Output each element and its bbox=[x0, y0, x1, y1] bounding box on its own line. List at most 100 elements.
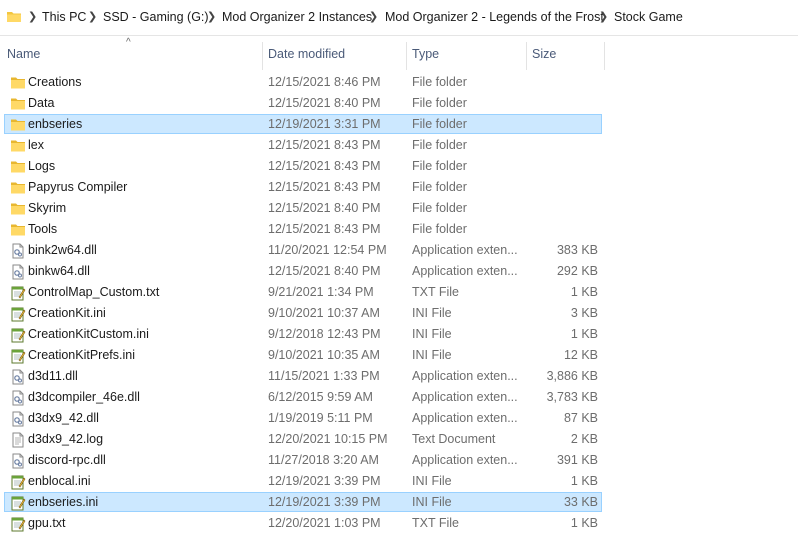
file-name: ControlMap_Custom.txt bbox=[28, 285, 160, 299]
file-size: 292 KB bbox=[556, 264, 598, 278]
file-type: File folder bbox=[412, 75, 467, 89]
file-size: 383 KB bbox=[556, 243, 598, 257]
file-row[interactable]: Papyrus Compiler 12/15/2021 8:43 PM File f… bbox=[0, 177, 798, 198]
column-header-size[interactable]: Size bbox=[532, 47, 556, 61]
file-row[interactable]: Data 12/15/2021 8:40 PM File folder bbox=[0, 93, 798, 114]
file-date-modified: 9/10/2021 10:37 AM bbox=[268, 306, 380, 320]
file-type: Application exten... bbox=[412, 369, 518, 383]
file-date-modified: 11/27/2018 3:20 AM bbox=[268, 453, 379, 467]
file-type: Application exten... bbox=[412, 411, 518, 425]
file-name: gpu.txt bbox=[28, 516, 66, 530]
file-type: Application exten... bbox=[412, 390, 518, 404]
column-divider[interactable] bbox=[262, 42, 263, 70]
file-type: File folder bbox=[412, 96, 467, 110]
folder-icon bbox=[10, 180, 26, 196]
file-name: CreationKitCustom.ini bbox=[28, 327, 149, 341]
file-name: d3dx9_42.log bbox=[28, 432, 104, 446]
file-date-modified: 12/20/2021 1:03 PM bbox=[268, 516, 381, 530]
file-date-modified: 9/12/2018 12:43 PM bbox=[268, 327, 381, 341]
file-row[interactable]: gpu.txt 12/20/2021 1:03 PM TXT File 1 KB bbox=[0, 513, 798, 534]
file-date-modified: 12/15/2021 8:40 PM bbox=[268, 201, 381, 215]
file-date-modified: 12/15/2021 8:40 PM bbox=[268, 264, 381, 278]
breadcrumb-current[interactable]: Stock Game bbox=[614, 10, 683, 24]
column-header-type[interactable]: Type bbox=[412, 47, 439, 61]
notepad-file-icon bbox=[10, 495, 26, 511]
file-size: 1 KB bbox=[570, 474, 598, 488]
notepad-file-icon bbox=[10, 348, 26, 364]
column-header-date[interactable]: Date modified bbox=[268, 47, 345, 61]
file-type: Text Document bbox=[412, 432, 496, 446]
file-date-modified: 12/20/2021 10:15 PM bbox=[268, 432, 388, 446]
file-row[interactable]: bink2w64.dll 11/20/2021 12:54 PM Applicati… bbox=[0, 240, 798, 261]
file-row[interactable]: enbseries.ini 12/19/2021 3:39 PM INI File 3… bbox=[0, 492, 798, 513]
dll-file-icon bbox=[10, 243, 26, 259]
file-type: File folder bbox=[412, 138, 467, 152]
file-type: File folder bbox=[412, 222, 467, 236]
column-divider[interactable] bbox=[406, 42, 407, 70]
file-type: File folder bbox=[412, 180, 467, 194]
chevron-right-icon[interactable]: ❯ bbox=[599, 10, 608, 23]
chevron-right-icon[interactable]: ❯ bbox=[207, 10, 216, 23]
address-bar[interactable]: ❯ This PC ❯ SSD - Gaming (G:) ❯ Mod Orga… bbox=[0, 0, 798, 36]
file-row[interactable]: CreationKit.ini 9/10/2021 10:37 AM INI Fil… bbox=[0, 303, 798, 324]
file-row[interactable]: CreationKitPrefs.ini 9/10/2021 10:35 AM IN… bbox=[0, 345, 798, 366]
file-row[interactable]: Creations 12/15/2021 8:46 PM File folder bbox=[0, 72, 798, 93]
column-header-name[interactable]: Name bbox=[7, 47, 40, 61]
file-name: d3dx9_42.dll bbox=[28, 411, 99, 425]
text-file-icon bbox=[10, 432, 26, 448]
file-row[interactable]: ControlMap_Custom.txt 9/21/2021 1:34 PM TX… bbox=[0, 282, 798, 303]
breadcrumb-instance[interactable]: Mod Organizer 2 - Legends of the Frost bbox=[385, 10, 604, 24]
file-row[interactable]: d3d11.dll 11/15/2021 1:33 PM Application e… bbox=[0, 366, 798, 387]
file-row[interactable]: d3dcompiler_46e.dll 6/12/2015 9:59 AM Appl… bbox=[0, 387, 798, 408]
breadcrumb-this-pc[interactable]: This PC bbox=[42, 10, 86, 24]
chevron-right-icon[interactable]: ❯ bbox=[369, 10, 378, 23]
notepad-file-icon bbox=[10, 306, 26, 322]
file-name: bink2w64.dll bbox=[28, 243, 97, 257]
file-size: 1 KB bbox=[570, 516, 598, 530]
file-row[interactable]: enblocal.ini 12/19/2021 3:39 PM INI File 1 … bbox=[0, 471, 798, 492]
file-type: Application exten... bbox=[412, 264, 518, 278]
file-row[interactable]: Skyrim 12/15/2021 8:40 PM File folder bbox=[0, 198, 798, 219]
folder-icon bbox=[10, 138, 26, 154]
file-row[interactable]: discord-rpc.dll 11/27/2018 3:20 AM Applica… bbox=[0, 450, 798, 471]
file-name: Papyrus Compiler bbox=[28, 180, 128, 194]
file-name: enblocal.ini bbox=[28, 474, 91, 488]
folder-icon bbox=[10, 222, 26, 238]
dll-file-icon bbox=[10, 453, 26, 469]
file-row[interactable]: Tools 12/15/2021 8:43 PM File folder bbox=[0, 219, 798, 240]
breadcrumb-instances[interactable]: Mod Organizer 2 Instances bbox=[222, 10, 372, 24]
chevron-right-icon[interactable]: ❯ bbox=[28, 10, 37, 23]
file-size: 3,886 KB bbox=[546, 369, 598, 383]
file-size: 1 KB bbox=[570, 285, 598, 299]
file-name: Creations bbox=[28, 75, 82, 89]
file-date-modified: 12/19/2021 3:39 PM bbox=[268, 474, 381, 488]
file-row[interactable]: binkw64.dll 12/15/2021 8:40 PM Application… bbox=[0, 261, 798, 282]
file-date-modified: 6/12/2015 9:59 AM bbox=[268, 390, 373, 404]
file-date-modified: 9/21/2021 1:34 PM bbox=[268, 285, 374, 299]
column-divider[interactable] bbox=[604, 42, 605, 70]
file-type: TXT File bbox=[412, 285, 459, 299]
file-name: CreationKitPrefs.ini bbox=[28, 348, 135, 362]
file-date-modified: 12/19/2021 3:31 PM bbox=[268, 117, 381, 131]
column-divider[interactable] bbox=[526, 42, 527, 70]
file-date-modified: 12/15/2021 8:43 PM bbox=[268, 222, 381, 236]
notepad-file-icon bbox=[10, 474, 26, 490]
file-date-modified: 9/10/2021 10:35 AM bbox=[268, 348, 380, 362]
folder-icon bbox=[10, 201, 26, 217]
file-date-modified: 12/15/2021 8:40 PM bbox=[268, 96, 381, 110]
file-type: Application exten... bbox=[412, 243, 518, 257]
file-size: 87 KB bbox=[563, 411, 598, 425]
file-row[interactable]: d3dx9_42.dll 1/19/2019 5:11 PM Application… bbox=[0, 408, 798, 429]
file-row[interactable]: lex 12/15/2021 8:43 PM File folder bbox=[0, 135, 798, 156]
file-date-modified: 12/15/2021 8:43 PM bbox=[268, 180, 381, 194]
file-type: TXT File bbox=[412, 516, 459, 530]
chevron-right-icon[interactable]: ❯ bbox=[88, 10, 97, 23]
file-row[interactable]: enbseries 12/19/2021 3:31 PM File folder bbox=[0, 114, 798, 135]
file-type: File folder bbox=[412, 117, 467, 131]
file-size: 391 KB bbox=[556, 453, 598, 467]
file-date-modified: 12/15/2021 8:46 PM bbox=[268, 75, 381, 89]
file-row[interactable]: Logs 12/15/2021 8:43 PM File folder bbox=[0, 156, 798, 177]
breadcrumb-drive[interactable]: SSD - Gaming (G:) bbox=[103, 10, 209, 24]
file-row[interactable]: d3dx9_42.log 12/20/2021 10:15 PM Text Docu… bbox=[0, 429, 798, 450]
file-row[interactable]: CreationKitCustom.ini 9/12/2018 12:43 PM I… bbox=[0, 324, 798, 345]
